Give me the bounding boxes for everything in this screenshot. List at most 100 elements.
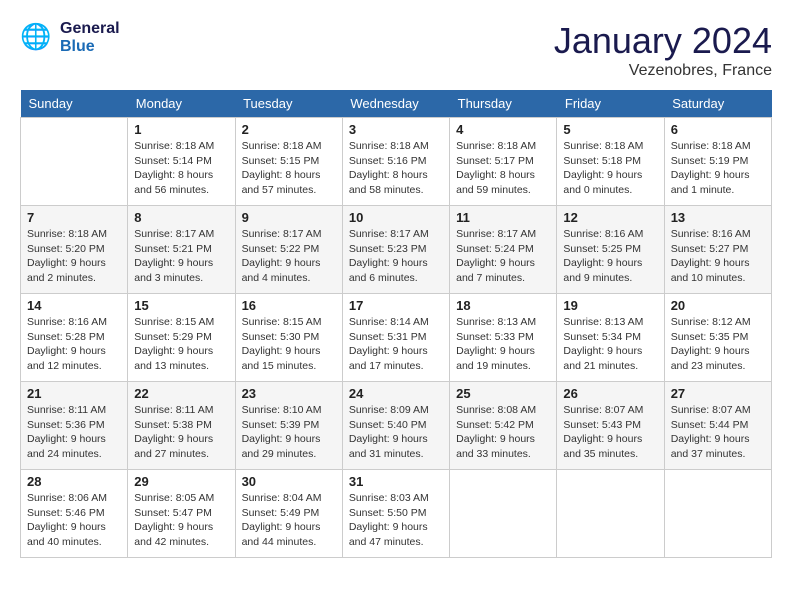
day-info: Sunrise: 8:03 AM Sunset: 5:50 PM Dayligh… bbox=[349, 491, 443, 550]
day-info: Sunrise: 8:16 AM Sunset: 5:25 PM Dayligh… bbox=[563, 227, 657, 286]
calendar-cell: 28 Sunrise: 8:06 AM Sunset: 5:46 PM Dayli… bbox=[21, 470, 128, 558]
day-info: Sunrise: 8:09 AM Sunset: 5:40 PM Dayligh… bbox=[349, 403, 443, 462]
day-number: 9 bbox=[242, 210, 336, 225]
header-monday: Monday bbox=[128, 90, 235, 118]
calendar-cell: 6 Sunrise: 8:18 AM Sunset: 5:19 PM Daylig… bbox=[664, 118, 771, 206]
day-info: Sunrise: 8:11 AM Sunset: 5:36 PM Dayligh… bbox=[27, 403, 121, 462]
day-number: 24 bbox=[349, 386, 443, 401]
calendar-cell: 1 Sunrise: 8:18 AM Sunset: 5:14 PM Daylig… bbox=[128, 118, 235, 206]
day-number: 27 bbox=[671, 386, 765, 401]
day-info: Sunrise: 8:11 AM Sunset: 5:38 PM Dayligh… bbox=[134, 403, 228, 462]
day-number: 31 bbox=[349, 474, 443, 489]
logo-blue-text: Blue bbox=[60, 38, 120, 56]
calendar-cell: 21 Sunrise: 8:11 AM Sunset: 5:36 PM Dayli… bbox=[21, 382, 128, 470]
day-number: 23 bbox=[242, 386, 336, 401]
day-info: Sunrise: 8:18 AM Sunset: 5:14 PM Dayligh… bbox=[134, 139, 228, 198]
day-info: Sunrise: 8:18 AM Sunset: 5:17 PM Dayligh… bbox=[456, 139, 550, 198]
calendar-cell: 29 Sunrise: 8:05 AM Sunset: 5:47 PM Dayli… bbox=[128, 470, 235, 558]
day-info: Sunrise: 8:10 AM Sunset: 5:39 PM Dayligh… bbox=[242, 403, 336, 462]
header-tuesday: Tuesday bbox=[235, 90, 342, 118]
calendar-cell bbox=[450, 470, 557, 558]
calendar-cell: 13 Sunrise: 8:16 AM Sunset: 5:27 PM Dayli… bbox=[664, 206, 771, 294]
header-saturday: Saturday bbox=[664, 90, 771, 118]
calendar-cell: 3Sunrise: 8:18 AM Sunset: 5:16 PM Daylig… bbox=[342, 118, 449, 206]
day-number: 30 bbox=[242, 474, 336, 489]
page-container: 🌐 General Blue January 2024 Vezenobres, … bbox=[20, 20, 772, 558]
calendar-cell: 27 Sunrise: 8:07 AM Sunset: 5:44 PM Dayli… bbox=[664, 382, 771, 470]
calendar-cell: 15Sunrise: 8:15 AM Sunset: 5:29 PM Dayli… bbox=[128, 294, 235, 382]
day-number: 22 bbox=[134, 386, 228, 401]
day-info: Sunrise: 8:07 AM Sunset: 5:43 PM Dayligh… bbox=[563, 403, 657, 462]
day-info: Sunrise: 8:16 AM Sunset: 5:27 PM Dayligh… bbox=[671, 227, 765, 286]
calendar-cell bbox=[557, 470, 664, 558]
day-info: Sunrise: 8:05 AM Sunset: 5:47 PM Dayligh… bbox=[134, 491, 228, 550]
month-title: January 2024 bbox=[554, 20, 772, 62]
day-number: 6 bbox=[671, 122, 765, 137]
calendar-cell: 9Sunrise: 8:17 AM Sunset: 5:22 PM Daylig… bbox=[235, 206, 342, 294]
logo-label: General Blue bbox=[60, 20, 120, 55]
calendar-cell bbox=[21, 118, 128, 206]
day-number: 7 bbox=[27, 210, 121, 225]
day-number: 11 bbox=[456, 210, 550, 225]
day-number: 19 bbox=[563, 298, 657, 313]
day-number: 2 bbox=[242, 122, 336, 137]
calendar-cell: 11Sunrise: 8:17 AM Sunset: 5:24 PM Dayli… bbox=[450, 206, 557, 294]
day-info: Sunrise: 8:04 AM Sunset: 5:49 PM Dayligh… bbox=[242, 491, 336, 550]
calendar-cell: 17Sunrise: 8:14 AM Sunset: 5:31 PM Dayli… bbox=[342, 294, 449, 382]
day-number: 4 bbox=[456, 122, 550, 137]
calendar-table: Sunday Monday Tuesday Wednesday Thursday… bbox=[20, 90, 772, 558]
calendar-cell: 10Sunrise: 8:17 AM Sunset: 5:23 PM Dayli… bbox=[342, 206, 449, 294]
calendar-cell: 2 Sunrise: 8:18 AM Sunset: 5:15 PM Daylig… bbox=[235, 118, 342, 206]
calendar-week-row-1: 1 Sunrise: 8:18 AM Sunset: 5:14 PM Daylig… bbox=[21, 118, 772, 206]
day-info: Sunrise: 8:18 AM Sunset: 5:20 PM Dayligh… bbox=[27, 227, 121, 286]
calendar-week-row-3: 14 Sunrise: 8:16 AM Sunset: 5:28 PM Dayli… bbox=[21, 294, 772, 382]
logo-general-text: General bbox=[60, 20, 120, 38]
day-number: 3 bbox=[349, 122, 443, 137]
day-number: 18 bbox=[456, 298, 550, 313]
calendar-cell: 31 Sunrise: 8:03 AM Sunset: 5:50 PM Dayli… bbox=[342, 470, 449, 558]
day-info: Sunrise: 8:17 AM Sunset: 5:21 PM Dayligh… bbox=[134, 227, 228, 286]
day-number: 8 bbox=[134, 210, 228, 225]
calendar-cell: 22 Sunrise: 8:11 AM Sunset: 5:38 PM Dayli… bbox=[128, 382, 235, 470]
day-number: 28 bbox=[27, 474, 121, 489]
day-number: 5 bbox=[563, 122, 657, 137]
day-info: Sunrise: 8:06 AM Sunset: 5:46 PM Dayligh… bbox=[27, 491, 121, 550]
day-number: 21 bbox=[27, 386, 121, 401]
day-number: 16 bbox=[242, 298, 336, 313]
day-number: 12 bbox=[563, 210, 657, 225]
day-info: Sunrise: 8:16 AM Sunset: 5:28 PM Dayligh… bbox=[27, 315, 121, 374]
calendar-week-row-2: 7 Sunrise: 8:18 AM Sunset: 5:20 PM Daylig… bbox=[21, 206, 772, 294]
calendar-cell: 24 Sunrise: 8:09 AM Sunset: 5:40 PM Dayli… bbox=[342, 382, 449, 470]
calendar-cell: 30 Sunrise: 8:04 AM Sunset: 5:49 PM Dayli… bbox=[235, 470, 342, 558]
calendar-week-row-4: 21 Sunrise: 8:11 AM Sunset: 5:36 PM Dayli… bbox=[21, 382, 772, 470]
day-info: Sunrise: 8:18 AM Sunset: 5:19 PM Dayligh… bbox=[671, 139, 765, 198]
calendar-cell: 5 Sunrise: 8:18 AM Sunset: 5:18 PM Daylig… bbox=[557, 118, 664, 206]
header-thursday: Thursday bbox=[450, 90, 557, 118]
svg-text:🌐: 🌐 bbox=[20, 22, 51, 51]
day-info: Sunrise: 8:14 AM Sunset: 5:31 PM Dayligh… bbox=[349, 315, 443, 374]
title-area: January 2024 Vezenobres, France bbox=[554, 20, 772, 80]
logo: 🌐 General Blue bbox=[20, 20, 120, 56]
calendar-cell bbox=[664, 470, 771, 558]
day-number: 13 bbox=[671, 210, 765, 225]
calendar-cell: 8 Sunrise: 8:17 AM Sunset: 5:21 PM Daylig… bbox=[128, 206, 235, 294]
day-info: Sunrise: 8:13 AM Sunset: 5:33 PM Dayligh… bbox=[456, 315, 550, 374]
calendar-cell: 18 Sunrise: 8:13 AM Sunset: 5:33 PM Dayli… bbox=[450, 294, 557, 382]
calendar-week-row-5: 28 Sunrise: 8:06 AM Sunset: 5:46 PM Dayli… bbox=[21, 470, 772, 558]
day-info: Sunrise: 8:12 AM Sunset: 5:35 PM Dayligh… bbox=[671, 315, 765, 374]
day-number: 14 bbox=[27, 298, 121, 313]
header-sunday: Sunday bbox=[21, 90, 128, 118]
day-info: Sunrise: 8:15 AM Sunset: 5:30 PM Dayligh… bbox=[242, 315, 336, 374]
day-number: 1 bbox=[134, 122, 228, 137]
day-info: Sunrise: 8:07 AM Sunset: 5:44 PM Dayligh… bbox=[671, 403, 765, 462]
calendar-cell: 14 Sunrise: 8:16 AM Sunset: 5:28 PM Dayli… bbox=[21, 294, 128, 382]
day-info: Sunrise: 8:17 AM Sunset: 5:23 PM Dayligh… bbox=[349, 227, 443, 286]
calendar-cell: 12 Sunrise: 8:16 AM Sunset: 5:25 PM Dayli… bbox=[557, 206, 664, 294]
calendar-cell: 16 Sunrise: 8:15 AM Sunset: 5:30 PM Dayli… bbox=[235, 294, 342, 382]
day-number: 29 bbox=[134, 474, 228, 489]
header-wednesday: Wednesday bbox=[342, 90, 449, 118]
day-info: Sunrise: 8:18 AM Sunset: 5:18 PM Dayligh… bbox=[563, 139, 657, 198]
day-info: Sunrise: 8:18 AM Sunset: 5:15 PM Dayligh… bbox=[242, 139, 336, 198]
logo-icon: 🌐 bbox=[20, 20, 56, 56]
day-info: Sunrise: 8:15 AM Sunset: 5:29 PM Dayligh… bbox=[134, 315, 228, 374]
